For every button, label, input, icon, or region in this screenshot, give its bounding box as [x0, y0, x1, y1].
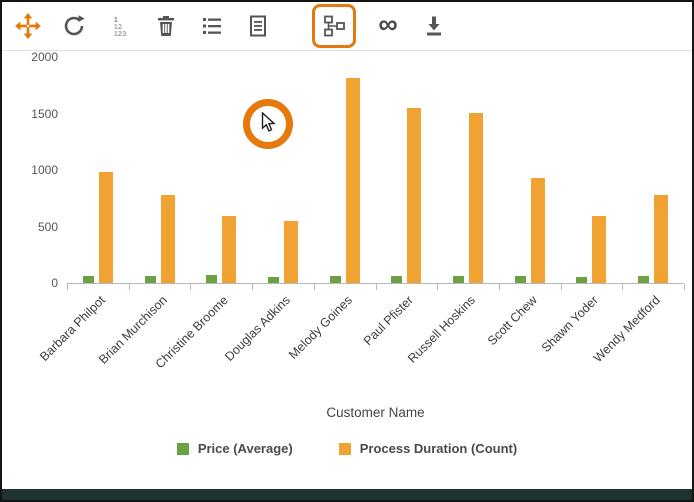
bar-group: [129, 58, 191, 283]
process-flow-button[interactable]: [316, 8, 352, 44]
bar-group: [376, 58, 438, 283]
toolbar-highlight-box: [312, 4, 356, 48]
bar-group: [561, 58, 623, 283]
bar-series-0: [83, 276, 94, 283]
x-axis-tick: [129, 284, 130, 290]
trash-icon: [154, 14, 178, 38]
report-icon: [246, 14, 270, 38]
bar-series-1: [407, 108, 421, 284]
download-button[interactable]: [416, 8, 452, 44]
bar-series-0: [145, 276, 156, 283]
x-axis-tick: [437, 284, 438, 290]
bar-series-1: [469, 113, 483, 283]
bar-series-0: [268, 277, 279, 283]
x-axis-label: Wendy Medford: [591, 293, 663, 365]
footer-bar: [2, 489, 692, 500]
infinity-icon: ∞: [378, 11, 397, 38]
x-axis-title: Customer Name: [67, 405, 684, 420]
x-axis-label: Barbara Philpot: [37, 293, 108, 364]
bar-series-1: [99, 172, 113, 283]
download-icon: [422, 14, 446, 38]
bar-group: [622, 58, 684, 283]
x-axis-tick: [314, 284, 315, 290]
legend-item-0[interactable]: Price (Average): [177, 441, 293, 456]
toolbar: 1 12 123: [2, 2, 692, 51]
bar-series-0: [515, 276, 526, 283]
bar-series-1: [346, 78, 360, 283]
bar-series-1: [531, 178, 545, 283]
legend-label: Price (Average): [198, 441, 293, 456]
x-axis-tick: [67, 284, 68, 290]
x-axis-tick: [684, 284, 685, 290]
bar-group: [499, 58, 561, 283]
move-icon: [15, 13, 41, 39]
x-axis-label: Russell Hoskins: [405, 293, 478, 366]
number-format-button[interactable]: 1 12 123: [102, 8, 138, 44]
bar-group: [67, 58, 129, 283]
y-axis-tick-label: 2000: [2, 50, 58, 64]
bar-group: [252, 58, 314, 283]
x-axis-tick: [561, 284, 562, 290]
x-axis-label: Scott Chew: [485, 293, 540, 348]
x-axis-tick: [622, 284, 623, 290]
bar-group: [437, 58, 499, 283]
y-axis-tick-label: 0: [2, 276, 58, 290]
bar-series-0: [330, 276, 341, 283]
y-axis-tick-label: 500: [2, 220, 58, 234]
bar-series-0: [206, 275, 217, 283]
delete-button[interactable]: [148, 8, 184, 44]
list-view-button[interactable]: [194, 8, 230, 44]
flowchart-icon: [322, 14, 346, 38]
x-axis-label: Shawn Yoder: [539, 293, 601, 355]
x-axis-tick: [190, 284, 191, 290]
chart-section: Customer Name Price (Average) Process Dur…: [2, 51, 692, 453]
bar-group: [190, 58, 252, 283]
bar-series-1: [222, 216, 236, 284]
x-axis-label: Douglas Adkins: [222, 293, 293, 364]
legend-swatch: [177, 443, 189, 455]
x-axis-label: Paul Pfister: [361, 293, 416, 348]
legend-label: Process Duration (Count): [360, 441, 517, 456]
x-axis-tick: [499, 284, 500, 290]
legend: Price (Average) Process Duration (Count): [2, 441, 692, 456]
y-axis-tick-label: 1000: [2, 163, 58, 177]
legend-swatch: [339, 443, 351, 455]
bar-series-0: [638, 276, 649, 283]
bar-series-1: [161, 195, 175, 283]
plot-area: [67, 58, 684, 284]
app-window: 1 12 123: [0, 0, 694, 502]
number-format-icon: 1 12 123: [114, 16, 127, 37]
x-axis-tick: [252, 284, 253, 290]
bar-series-1: [284, 221, 298, 283]
bar-series-1: [592, 216, 606, 284]
list-icon: [200, 14, 224, 38]
infinity-button[interactable]: ∞: [370, 8, 406, 44]
y-axis-tick-label: 1500: [2, 107, 58, 121]
bar-series-0: [576, 277, 587, 283]
bar-series-0: [391, 276, 402, 283]
refresh-button[interactable]: [56, 8, 92, 44]
refresh-icon: [62, 14, 86, 38]
legend-item-1[interactable]: Process Duration (Count): [339, 441, 517, 456]
x-axis-tick: [376, 284, 377, 290]
report-button[interactable]: [240, 8, 276, 44]
move-button[interactable]: [10, 8, 46, 44]
bar-group: [314, 58, 376, 283]
bar-series-0: [453, 276, 464, 283]
x-axis-label: Melody Goines: [286, 293, 355, 362]
bar-series-1: [654, 195, 668, 283]
